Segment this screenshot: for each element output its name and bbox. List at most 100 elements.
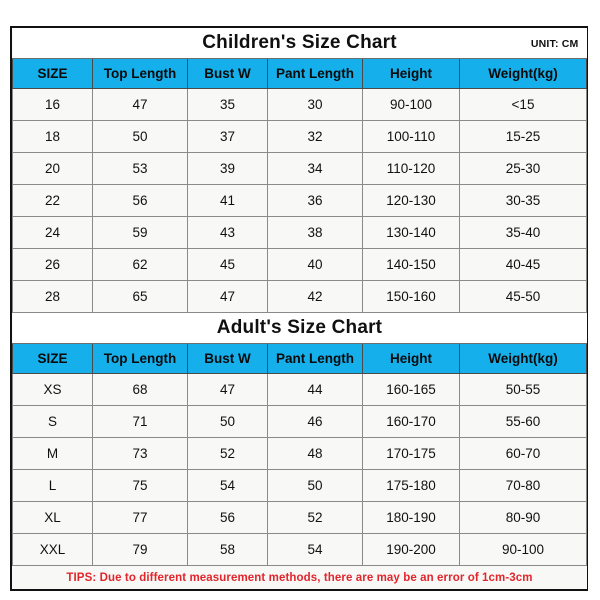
table-row: 18 50 37 32 100-110 15-25 — [12, 120, 588, 153]
table-row: 22 56 41 36 120-130 30-35 — [12, 184, 588, 217]
children-data-cell: 43 — [187, 216, 268, 249]
children-data-cell: 56 — [92, 184, 188, 217]
children-data-cell: 53 — [92, 152, 188, 185]
table-row: 24 59 43 38 130-140 35-40 — [12, 216, 588, 249]
children-data-cell: 110-120 — [362, 152, 460, 185]
adults-title-inner: Adult's Size Chart — [13, 313, 587, 343]
adults-data-cell: 50 — [267, 469, 363, 502]
adults-size-cell: XL — [12, 501, 93, 534]
adults-data-cell: 54 — [267, 533, 363, 566]
adults-data-cell: 52 — [267, 501, 363, 534]
children-data-cell: 40 — [267, 248, 363, 281]
children-data-cell: 100-110 — [362, 120, 460, 153]
children-data-cell: 130-140 — [362, 216, 460, 249]
adults-data-cell: 44 — [267, 373, 363, 406]
children-data-cell: 45-50 — [458, 280, 588, 313]
children-data-cell: 90-100 — [362, 88, 460, 121]
children-size-cell: 26 — [12, 248, 93, 281]
table-row: S 71 50 46 160-170 55-60 — [12, 405, 588, 438]
adults-data-cell: 58 — [187, 533, 268, 566]
size-chart-container: Children's Size Chart UNIT: CM SIZE Top Len… — [10, 26, 588, 591]
children-data-cell: 35 — [187, 88, 268, 121]
adults-data-cell: 90-100 — [458, 533, 588, 566]
children-column-header: Top Length — [92, 58, 188, 89]
adults-data-cell: 77 — [92, 501, 188, 534]
children-data-cell: <15 — [458, 88, 588, 121]
children-data-cell: 25-30 — [458, 152, 588, 185]
children-data-cell: 120-130 — [362, 184, 460, 217]
children-size-cell: 20 — [12, 152, 93, 185]
tips-row: TIPS: Due to different measurement metho… — [12, 565, 587, 589]
children-column-header: Bust W — [187, 58, 268, 89]
children-column-header: SIZE — [12, 58, 93, 89]
adults-data-cell: 50 — [187, 405, 268, 438]
adults-data-cell: 160-165 — [362, 373, 460, 406]
adults-header-row: SIZE Top Length Bust W Pant Length Height Wei… — [12, 343, 588, 374]
adults-data-cell: 71 — [92, 405, 188, 438]
children-column-header: Weight(kg) — [458, 58, 588, 89]
size-chart-page: Children's Size Chart UNIT: CM SIZE Top Len… — [0, 0, 600, 600]
children-data-cell: 41 — [187, 184, 268, 217]
table-row: XL 77 56 52 180-190 80-90 — [12, 501, 588, 534]
children-data-cell: 140-150 — [362, 248, 460, 281]
table-row: M 73 52 48 170-175 60-70 — [12, 437, 588, 470]
adults-data-cell: 47 — [187, 373, 268, 406]
children-column-header: Height — [362, 58, 460, 89]
size-chart-table: Children's Size Chart UNIT: CM SIZE Top Len… — [12, 28, 588, 589]
adults-data-cell: 180-190 — [362, 501, 460, 534]
children-data-cell: 65 — [92, 280, 188, 313]
adults-data-cell: 60-70 — [458, 437, 588, 470]
adults-data-cell: 50-55 — [458, 373, 588, 406]
adults-data-cell: 52 — [187, 437, 268, 470]
children-data-cell: 47 — [187, 280, 268, 313]
adults-size-cell: M — [12, 437, 93, 470]
adults-data-cell: 79 — [92, 533, 188, 566]
children-data-cell: 47 — [92, 88, 188, 121]
children-chart-title: Children's Size Chart — [202, 32, 397, 53]
table-row: L 75 54 50 175-180 70-80 — [12, 469, 588, 502]
children-data-cell: 30 — [267, 88, 363, 121]
adults-data-cell: 48 — [267, 437, 363, 470]
children-data-cell: 35-40 — [458, 216, 588, 249]
table-row: XXL 79 58 54 190-200 90-100 — [12, 533, 588, 566]
children-size-cell: 18 — [12, 120, 93, 153]
adults-column-header: SIZE — [12, 343, 93, 374]
adults-data-cell: 170-175 — [362, 437, 460, 470]
children-data-cell: 32 — [267, 120, 363, 153]
adults-data-cell: 55-60 — [458, 405, 588, 438]
children-data-cell: 37 — [187, 120, 268, 153]
children-data-cell: 42 — [267, 280, 363, 313]
children-size-cell: 22 — [12, 184, 93, 217]
adults-data-cell: 70-80 — [458, 469, 588, 502]
adults-data-cell: 175-180 — [362, 469, 460, 502]
adults-data-cell: 190-200 — [362, 533, 460, 566]
children-title-inner: Children's Size Chart UNIT: CM — [13, 28, 587, 58]
adults-column-header: Top Length — [92, 343, 188, 374]
unit-label: UNIT: CM — [530, 38, 579, 50]
children-data-cell: 50 — [92, 120, 188, 153]
children-column-header: Pant Length — [267, 58, 363, 89]
children-data-cell: 36 — [267, 184, 363, 217]
adults-data-cell: 68 — [92, 373, 188, 406]
children-data-cell: 15-25 — [458, 120, 588, 153]
children-data-cell: 45 — [187, 248, 268, 281]
adults-data-cell: 80-90 — [458, 501, 588, 534]
children-data-cell: 30-35 — [458, 184, 588, 217]
adults-column-header: Pant Length — [267, 343, 363, 374]
children-title-row: Children's Size Chart UNIT: CM — [12, 28, 587, 59]
adults-title-row: Adult's Size Chart — [12, 312, 587, 344]
adults-data-cell: 56 — [187, 501, 268, 534]
adults-size-cell: XXL — [12, 533, 93, 566]
children-data-cell: 40-45 — [458, 248, 588, 281]
adults-chart-title: Adult's Size Chart — [216, 317, 383, 338]
adults-data-cell: 46 — [267, 405, 363, 438]
table-row: 20 53 39 34 110-120 25-30 — [12, 152, 588, 185]
adults-data-cell: 75 — [92, 469, 188, 502]
adults-size-cell: XS — [12, 373, 93, 406]
table-row: 28 65 47 42 150-160 45-50 — [12, 280, 588, 313]
children-data-cell: 38 — [267, 216, 363, 249]
adults-size-cell: L — [12, 469, 93, 502]
adults-title-cell: Adult's Size Chart — [12, 312, 587, 344]
children-header-row: SIZE Top Length Bust W Pant Length Height Wei… — [12, 58, 588, 89]
children-size-cell: 24 — [12, 216, 93, 249]
